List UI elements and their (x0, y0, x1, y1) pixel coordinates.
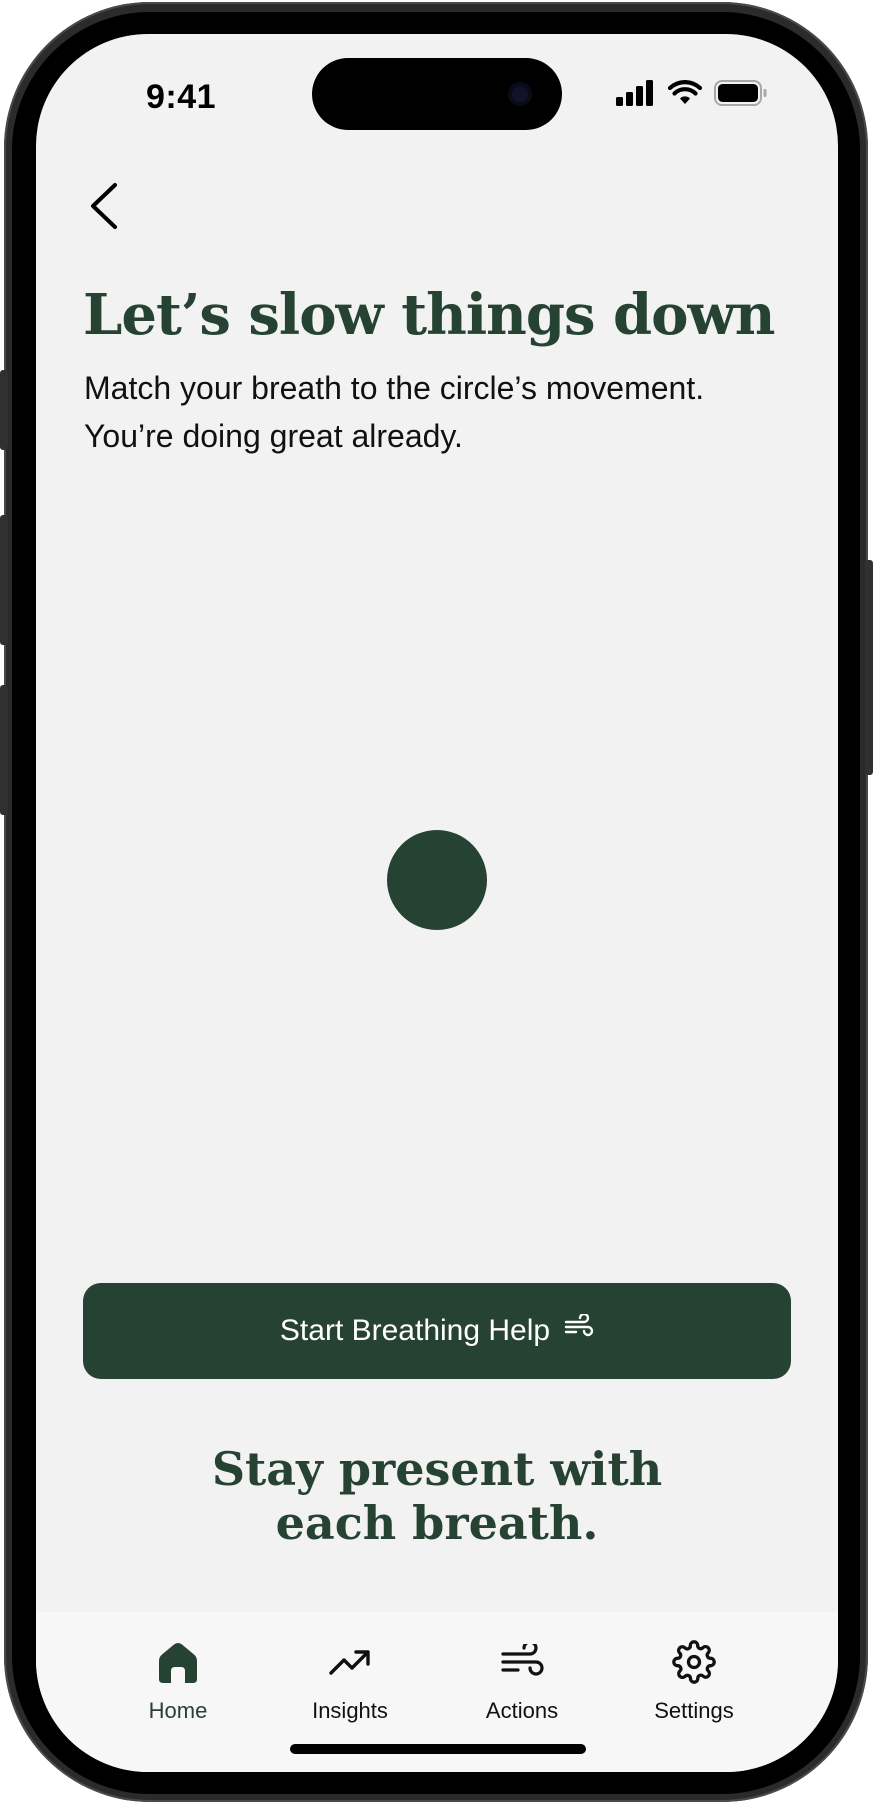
chevron-left-icon (89, 182, 119, 234)
subtitle-line: You’re doing great already. (84, 418, 463, 454)
cellular-signal-icon (616, 80, 656, 111)
tagline-line: Stay present with (211, 1442, 663, 1496)
action-side-button (0, 370, 8, 450)
status-icons (616, 80, 768, 111)
tab-actions[interactable]: Actions (452, 1638, 592, 1724)
tab-insights[interactable]: Insights (280, 1638, 420, 1724)
tab-label: Actions (485, 1698, 559, 1723)
page-subtitle: Match your breath to the circle’s moveme… (84, 364, 804, 460)
tagline: Stay present with each breath. (36, 1442, 838, 1550)
tab-settings[interactable]: Settings (624, 1638, 764, 1724)
status-time: 9:41 (146, 78, 217, 116)
tab-label: Home (148, 1698, 208, 1723)
app-screen: 9:41 Let’s slow things down Match your b… (36, 34, 838, 1772)
wind-icon (498, 1638, 546, 1686)
back-button[interactable] (76, 180, 132, 236)
page-title: Let’s slow things down (83, 282, 775, 348)
front-camera (508, 82, 532, 106)
power-side-button (865, 560, 873, 775)
dynamic-island (312, 58, 562, 130)
home-indicator (290, 1744, 586, 1754)
tagline-line: each breath. (275, 1496, 599, 1550)
tab-label: Settings (654, 1698, 734, 1723)
tab-home[interactable]: Home (108, 1638, 248, 1724)
subtitle-line: Match your breath to the circle’s moveme… (84, 370, 705, 406)
trending-up-icon (326, 1638, 374, 1686)
battery-icon (714, 80, 768, 111)
breathing-circle (387, 830, 487, 930)
volume-down-side-button (0, 685, 8, 815)
wifi-icon (667, 80, 703, 111)
device-stage: 9:41 Let’s slow things down Match your b… (0, 0, 873, 1806)
gear-icon (670, 1638, 718, 1686)
cta-label: Start Breathing Help (279, 1314, 551, 1347)
tab-label: Insights (312, 1698, 388, 1723)
wind-icon (564, 1312, 594, 1348)
start-breathing-help-button[interactable]: Start Breathing Help (83, 1283, 791, 1379)
volume-up-side-button (0, 515, 8, 645)
home-icon (154, 1638, 202, 1686)
